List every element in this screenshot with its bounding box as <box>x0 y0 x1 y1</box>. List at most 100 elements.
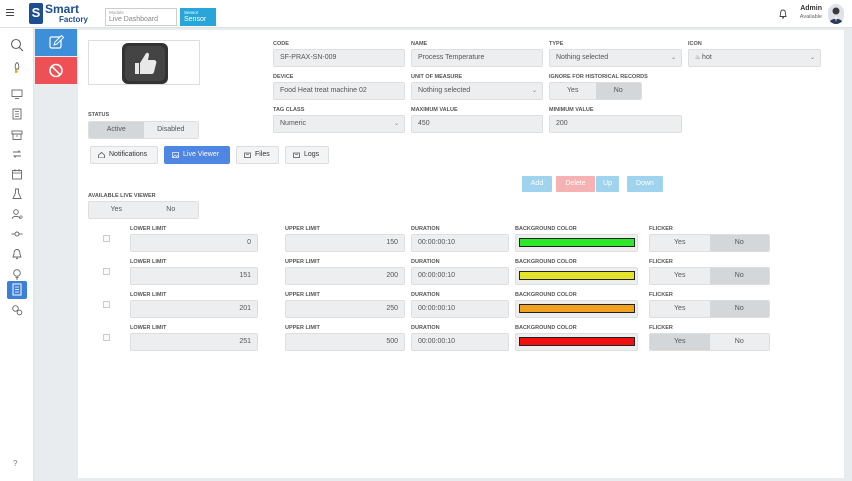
lower-limit-field[interactable]: 0 <box>130 234 258 252</box>
rocket-icon[interactable] <box>11 62 23 74</box>
chevron-down-icon: ⌄ <box>531 88 537 94</box>
user-settings-icon[interactable] <box>11 208 23 220</box>
lower-limit-field[interactable]: 251 <box>130 333 258 351</box>
lower-limit-field[interactable]: 151 <box>130 267 258 285</box>
help-icon[interactable]: ? <box>13 459 17 468</box>
breadcrumb-module[interactable]: Module Live Dashboard <box>105 8 177 26</box>
duration-field[interactable]: 00:00:00:10 <box>411 333 509 351</box>
max-value-field[interactable]: 450 <box>411 115 543 133</box>
lower-limit-label: LOWER LIMIT <box>130 226 167 232</box>
upper-limit-field[interactable]: 150 <box>285 234 405 252</box>
menu-icon[interactable] <box>6 9 14 16</box>
duration-label: DURATION <box>411 325 440 331</box>
name-field[interactable]: Process Temperature <box>411 49 543 67</box>
duration-label: DURATION <box>411 226 440 232</box>
log-icon <box>293 152 300 158</box>
bell-icon[interactable] <box>11 248 23 260</box>
tag-class-select[interactable]: Numeric ⌄ <box>273 115 405 133</box>
flicker-yes-option[interactable]: Yes <box>650 268 710 284</box>
flask-icon[interactable] <box>11 188 23 200</box>
row-checkbox[interactable] <box>103 301 110 308</box>
live-viewer-no-option[interactable]: No <box>143 202 198 218</box>
unit-select[interactable]: Nothing selected ⌄ <box>411 82 543 100</box>
flicker-no-option[interactable]: No <box>709 334 769 350</box>
bg-color-picker[interactable] <box>515 300 638 318</box>
lower-limit-field[interactable]: 201 <box>130 300 258 318</box>
row-checkbox[interactable] <box>103 268 110 275</box>
logo[interactable]: S Smart Factory <box>29 3 93 24</box>
upper-limit-field[interactable]: 500 <box>285 333 405 351</box>
upper-limit-label: UPPER LIMIT <box>285 259 320 265</box>
refresh-icon[interactable] <box>11 148 23 160</box>
down-button[interactable]: Down <box>627 176 663 192</box>
add-button[interactable]: Add <box>522 176 552 192</box>
flicker-yes-option[interactable]: Yes <box>650 301 710 317</box>
live-viewer-label: AVAILABLE LIVE VIEWER <box>88 193 156 199</box>
sidebar: ? <box>0 28 34 481</box>
building-icon[interactable] <box>11 108 23 120</box>
row-checkbox[interactable] <box>103 235 110 242</box>
bg-color-picker[interactable] <box>515 234 638 252</box>
tab-notifications[interactable]: Notifications <box>90 146 158 164</box>
tag-class-label: TAG CLASS <box>273 107 305 113</box>
duration-field[interactable]: 00:00:00:10 <box>411 234 509 252</box>
lower-limit-label: LOWER LIMIT <box>130 325 167 331</box>
duration-field[interactable]: 00:00:00:10 <box>411 267 509 285</box>
calendar-icon[interactable] <box>11 168 23 180</box>
color-swatch <box>519 238 635 247</box>
status-disabled-option[interactable]: Disabled <box>143 122 198 138</box>
flicker-no-option[interactable]: No <box>709 235 769 251</box>
edit-button[interactable] <box>35 29 77 56</box>
flicker-yes-option[interactable]: Yes <box>650 334 710 350</box>
ignore-no-option[interactable]: No <box>595 83 641 99</box>
code-field[interactable]: SF-PRAX-SN-009 <box>273 49 405 67</box>
type-select[interactable]: Nothing selected ⌄ <box>549 49 682 67</box>
lower-limit-label: LOWER LIMIT <box>130 292 167 298</box>
sensor-image-box[interactable] <box>88 40 200 85</box>
min-value-field[interactable]: 200 <box>549 115 682 133</box>
avatar[interactable] <box>828 4 844 24</box>
connection-icon[interactable] <box>11 228 23 240</box>
icon-select-value: hot <box>702 54 712 61</box>
cancel-button[interactable] <box>35 57 77 84</box>
up-button[interactable]: Up <box>596 176 619 192</box>
color-swatch <box>519 304 635 313</box>
duration-field[interactable]: 00:00:00:10 <box>411 300 509 318</box>
lightbulb-icon[interactable] <box>11 268 23 280</box>
user-name[interactable]: Admin <box>780 5 822 12</box>
ignore-yes-option[interactable]: Yes <box>550 83 596 99</box>
flicker-label: FLICKER <box>649 325 673 331</box>
flicker-no-option[interactable]: No <box>709 268 769 284</box>
bg-color-picker[interactable] <box>515 267 638 285</box>
search-icon[interactable] <box>10 38 24 52</box>
ignore-label: IGNORE FOR HISTORICAL RECORDS <box>549 74 648 80</box>
upper-limit-field[interactable]: 200 <box>285 267 405 285</box>
ignore-toggle: Yes No <box>549 82 642 100</box>
flicker-no-option[interactable]: No <box>709 301 769 317</box>
logo-text-factory: Factory <box>59 15 88 24</box>
unit-select-value: Nothing selected <box>418 87 471 94</box>
monitor-icon[interactable] <box>11 88 23 100</box>
tab-live-viewer[interactable]: Live Viewer <box>164 146 230 164</box>
archive-icon[interactable] <box>11 129 23 141</box>
bg-color-picker[interactable] <box>515 333 638 351</box>
delete-button[interactable]: Delete <box>556 176 595 192</box>
row-checkbox[interactable] <box>103 334 110 341</box>
flicker-label: FLICKER <box>649 226 673 232</box>
flicker-yes-option[interactable]: Yes <box>650 235 710 251</box>
live-viewer-yes-option[interactable]: Yes <box>89 202 144 218</box>
tab-logs[interactable]: Logs <box>285 146 329 164</box>
device-field[interactable]: Food Heat treat machine 02 <box>273 82 405 100</box>
top-bar: S Smart Factory Module Live Dashboard Se… <box>0 0 852 28</box>
icon-select[interactable]: ♨ hot ⌄ <box>688 49 821 67</box>
document-nav-item[interactable] <box>7 281 27 299</box>
breadcrumb-sensor[interactable]: Sensor Sensor <box>180 8 216 26</box>
gears-icon[interactable] <box>11 304 23 316</box>
name-label: NAME <box>411 41 428 47</box>
tab-files[interactable]: Files <box>236 146 279 164</box>
duration-label: DURATION <box>411 259 440 265</box>
bg-color-label: BACKGROUND COLOR <box>515 325 577 331</box>
status-active-option[interactable]: Active <box>89 122 144 138</box>
upper-limit-field[interactable]: 250 <box>285 300 405 318</box>
chevron-down-icon: ⌄ <box>393 121 399 127</box>
